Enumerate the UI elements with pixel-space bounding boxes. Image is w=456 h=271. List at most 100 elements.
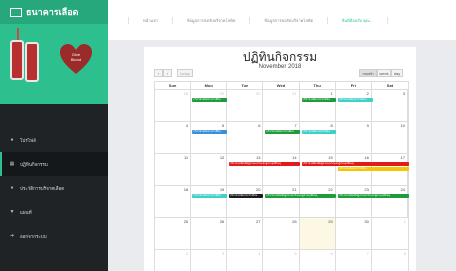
day-number: 14: [292, 155, 297, 160]
nav-donation-request-info-2[interactable]: ข้อมูลการขอรับบริจาคโลหิต: [249, 16, 327, 24]
week-view-button[interactable]: week: [377, 69, 391, 77]
calendar-event[interactable]: บริจาคโลหิตประจำเดือน: [265, 130, 300, 134]
calendar-day[interactable]: 10: [372, 122, 408, 153]
weekday-label: Wed: [263, 82, 300, 89]
day-number: 20: [255, 187, 261, 192]
sidebar-item-label: ประวัติการบริจาคเลือด: [20, 185, 65, 191]
calendar-event[interactable]: บริจาคโลหิตเพื่อผู้ป่วยมะเร็งและผู้ป่วยอ…: [265, 194, 337, 198]
brand-bar[interactable]: ธนาคารเลือด: [0, 0, 108, 24]
calendar-event[interactable]: บริจาคโลหิตประจำเดือน: [338, 98, 373, 102]
sidebar-item-history[interactable]: ♦ ประวัติการบริจาคเลือด: [0, 176, 108, 200]
day-number: 7: [366, 251, 369, 256]
calendar-event[interactable]: บริจาคโลหิตเพื่อผู้ป่วยมะเร็งและผู้ป่วยอ…: [301, 162, 409, 166]
calendar-day[interactable]: 8: [372, 250, 408, 271]
calendar-week: 4 5 6 7 8 9 10 บริจาคโลหิตประจำเดือน บริจาคโลหิต…: [154, 121, 409, 153]
weekday-label: Tue: [227, 82, 264, 89]
day-number: 30: [364, 219, 369, 224]
day-number: 19: [219, 187, 225, 192]
calendar-day[interactable]: 9: [336, 122, 372, 153]
sidebar-item-label: โปรไฟล์: [20, 137, 36, 143]
month-view-button[interactable]: month: [359, 69, 377, 77]
calendar-day[interactable]: 31: [263, 90, 300, 121]
nav-welcome-user[interactable]: ยินดีต้อนรับ คุณ...: [327, 16, 389, 24]
calendar-day[interactable]: 28: [155, 90, 192, 121]
day-number: 21: [292, 187, 297, 192]
calendar-day-today[interactable]: 29: [299, 218, 336, 249]
calendar-day[interactable]: 7: [336, 250, 372, 271]
calendar-day[interactable]: 24: [372, 186, 408, 217]
weekday-label: Fri: [336, 82, 372, 89]
calendar-day[interactable]: 23: [336, 186, 372, 217]
calendar-day[interactable]: 5: [191, 122, 228, 153]
calendar-event[interactable]: บริจาคโลหิตประจำเดือน: [228, 194, 264, 198]
calendar-day[interactable]: 2: [155, 250, 192, 271]
sidebar-item-map[interactable]: ▼ แผนที่: [0, 200, 108, 224]
calendar-day[interactable]: 25: [155, 218, 192, 249]
calendar-day[interactable]: 20: [227, 186, 264, 217]
calendar-week: 28 29 30 31 1 2 3 บริจาคโลหิตประจำเดือน บริจาคโล…: [154, 89, 409, 121]
nav-home[interactable]: หน้าแรก: [128, 16, 172, 24]
calendar-day[interactable]: 11: [155, 154, 192, 185]
calendar-day[interactable]: 1: [300, 90, 336, 121]
calendar-day[interactable]: 13: [227, 154, 264, 185]
calendar-day[interactable]: 18: [155, 186, 192, 217]
calendar-event[interactable]: บริจาคโลหิตเพื่อผู้ป่วยมะเร็งและผู้ป่วยอ…: [338, 194, 409, 198]
history-icon: ♦: [10, 185, 14, 191]
calendar-day[interactable]: 5: [263, 250, 300, 271]
calendar-day[interactable]: 14: [263, 154, 300, 185]
calendar-week: 25 26 27 28 29 30 1: [154, 217, 409, 249]
calendar-event[interactable]: บริจาคโลหิตประจำเดือน: [192, 194, 227, 198]
calendar-day[interactable]: 8: [300, 122, 336, 153]
calendar-day[interactable]: 15: [300, 154, 336, 185]
prev-month-button[interactable]: ‹: [154, 69, 163, 77]
day-number: 18: [183, 187, 189, 192]
calendar-day[interactable]: 19: [191, 186, 228, 217]
sidebar-item-profile[interactable]: ● โปรไฟล์: [0, 128, 108, 152]
sidebar-item-logout[interactable]: ➜ ออกจากระบบ: [0, 224, 108, 248]
nav-donation-request-info[interactable]: ข้อมูลการขอรับบริจาคโลหิต: [171, 16, 250, 24]
calendar-day[interactable]: 21: [263, 186, 300, 217]
brand-title: ธนาคารเลือด: [26, 7, 79, 17]
calendar-day[interactable]: 1: [372, 218, 408, 249]
hero-heart-text-2: Blood: [70, 57, 82, 62]
day-number: 5: [294, 251, 297, 256]
calendar-day[interactable]: 27: [227, 218, 264, 249]
calendar-day[interactable]: 2: [336, 90, 372, 121]
day-number: 7: [294, 123, 297, 128]
calendar-day[interactable]: 12: [191, 154, 228, 185]
day-view-button[interactable]: day: [391, 69, 403, 77]
calendar-event[interactable]: บริจาคโลหิตประจำเดือน: [192, 130, 227, 134]
calendar-event[interactable]: บริจาคโลหิตประจำเดือน: [338, 167, 409, 171]
calendar-day[interactable]: 22: [300, 186, 336, 217]
calendar-week: 18 19 20 21 22 23 24 บริจาคโลหิตประจำเดือน บริจา…: [154, 185, 409, 217]
calendar-day[interactable]: 26: [191, 218, 228, 249]
calendar-day[interactable]: 4: [155, 122, 192, 153]
calendar-day[interactable]: 30: [227, 90, 264, 121]
calendar-day[interactable]: 3: [191, 250, 228, 271]
calendar-day[interactable]: 7: [263, 122, 300, 153]
next-month-button[interactable]: ›: [163, 69, 172, 77]
calendar-day[interactable]: 6: [300, 250, 336, 271]
calendar-icon: ▦: [9, 161, 15, 167]
calendar-event[interactable]: บริจาคโลหิตประจำเดือน: [192, 98, 227, 102]
calendar-day[interactable]: 29: [191, 90, 228, 121]
day-number: 23: [364, 187, 369, 192]
calendar-day[interactable]: 30: [336, 218, 372, 249]
calendar-day[interactable]: 28: [263, 218, 300, 249]
calendar-event[interactable]: บริจาคโลหิตประจำเดือน: [301, 130, 337, 134]
day-number: 29: [219, 91, 225, 96]
calendar-event[interactable]: บริจาคโลหิตประจำเดือน: [301, 98, 337, 102]
weekday-header: Sun Mon Tue Wed Thu Fri Sat: [154, 81, 409, 89]
calendar-day[interactable]: 3: [372, 90, 408, 121]
day-number: 4: [185, 123, 189, 128]
calendar-week: 2 3 4 5 6 7 8: [154, 249, 409, 271]
day-number: 10: [400, 123, 405, 128]
calendar-day[interactable]: 6: [227, 122, 264, 153]
page-title: ปฏิทินกิจกรรม: [242, 50, 318, 64]
calendar-day[interactable]: 4: [227, 250, 264, 271]
sidebar-item-calendar[interactable]: ▦ ปฏิทินกิจกรรม: [0, 152, 108, 176]
calendar-event[interactable]: บริจาคโลหิตเพื่อผู้ป่วยมะเร็งและผู้ป่วยอ…: [228, 162, 300, 166]
sidebar-item-label: แผนที่: [20, 209, 32, 215]
today-button[interactable]: today: [177, 69, 193, 77]
day-number: 6: [258, 123, 261, 128]
